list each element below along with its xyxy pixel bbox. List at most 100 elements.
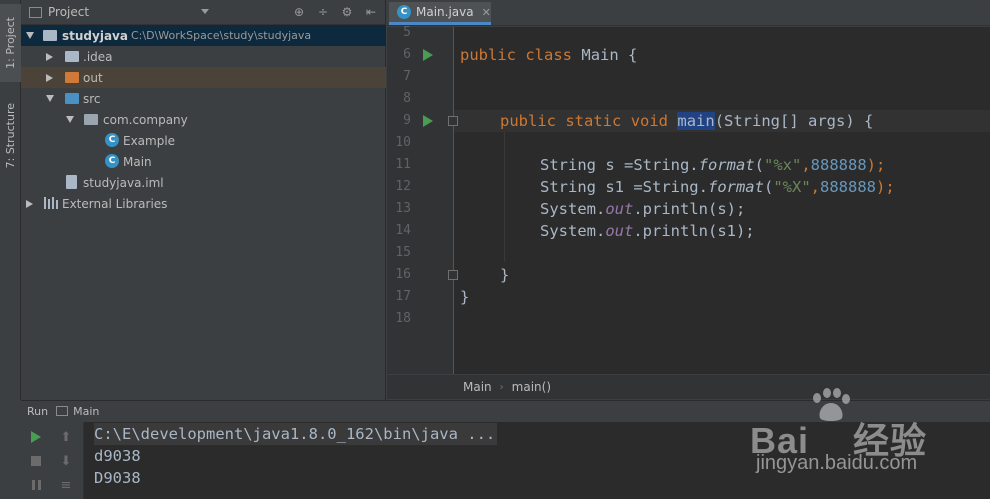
breadcrumb-class[interactable]: Main — [463, 380, 492, 394]
expand-arrow-icon[interactable] — [45, 95, 54, 102]
selected-identifier: main — [677, 112, 715, 130]
class-icon: C — [397, 5, 411, 19]
line-number: 6 — [403, 47, 411, 62]
run-method-icon[interactable] — [423, 115, 433, 127]
structure-tool-tab[interactable]: 7: Structure — [0, 92, 21, 180]
tree-item-studyjava-iml[interactable]: studyjava.iml — [21, 172, 386, 193]
tree-item-src[interactable]: src — [21, 88, 386, 109]
fold-method-icon[interactable] — [448, 116, 458, 126]
code-line-12: String s1 =String.format("%X",888888); — [540, 178, 895, 196]
code-editor[interactable]: 5 6 7 8 9 10 11 12 13 14 15 16 17 18 pub… — [387, 25, 990, 374]
left-tool-stripe: 1: Project 7: Structure — [0, 0, 21, 400]
fold-end-icon[interactable] — [448, 270, 458, 280]
up-arrow-icon: ⬆ — [60, 429, 72, 445]
code-line-17: } — [460, 288, 470, 306]
file-icon — [66, 175, 77, 189]
tree-item-example[interactable]: C Example — [21, 130, 386, 151]
pause-icon — [31, 480, 41, 490]
code-line-16: } — [500, 266, 510, 284]
library-icon — [44, 197, 58, 209]
collapsed-arrow-icon[interactable] — [46, 52, 53, 61]
line-number: 18 — [395, 311, 411, 326]
run-class-icon[interactable] — [423, 49, 433, 61]
console-output-line: d9038 — [94, 447, 141, 465]
tree-label: Main — [123, 154, 152, 169]
run-toolbar: ⬆ ⬇ ≡ — [21, 422, 84, 499]
editor-tab-bar: C Main.java ✕ — [387, 0, 990, 26]
collapsed-arrow-icon[interactable] — [26, 199, 33, 208]
line-number: 14 — [395, 223, 411, 238]
expand-arrow-icon[interactable] — [65, 116, 74, 123]
code-line-6: public class Main { — [460, 46, 638, 64]
breadcrumb-separator-icon: › — [499, 381, 504, 393]
tree-label: .idea — [83, 49, 113, 64]
console-command-line[interactable]: C:\E\development\java1.8.0_162\bin\java … — [94, 423, 498, 445]
tree-label: studyjava.iml — [83, 175, 164, 190]
expand-arrow-icon[interactable] — [25, 32, 34, 39]
rerun-button[interactable] — [27, 428, 45, 446]
soft-wrap-icon: ≡ — [60, 477, 72, 493]
stop-icon — [31, 456, 41, 466]
tree-item-main[interactable]: C Main — [21, 151, 386, 172]
tree-label: com.company — [103, 112, 188, 127]
project-tab-label: 1: Project — [4, 17, 17, 69]
line-number: 16 — [395, 267, 411, 282]
view-dropdown-chevron-icon[interactable] — [201, 9, 209, 14]
folder-icon — [65, 51, 79, 62]
breadcrumb-method[interactable]: main() — [512, 380, 551, 394]
tree-label: src — [83, 91, 101, 106]
class-icon: C — [105, 133, 119, 147]
soft-wrap-button[interactable]: ≡ — [57, 476, 75, 494]
line-number: 5 — [403, 25, 411, 40]
tab-label: Main.java — [416, 5, 474, 19]
project-panel: Project ⊕ ÷ ⚙ ⇤ studyjava C:\D\WorkSpace… — [21, 0, 386, 400]
run-left-stripe — [0, 400, 21, 499]
tree-item-external-libraries[interactable]: External Libraries — [21, 193, 386, 214]
class-icon: C — [105, 154, 119, 168]
source-folder-icon — [65, 93, 79, 104]
code-line-9: public static void main(String[] args) { — [500, 112, 874, 130]
collapse-all-icon[interactable]: ÷ — [315, 4, 331, 20]
project-panel-title[interactable]: Project — [48, 5, 89, 19]
run-label[interactable]: Run — [27, 405, 48, 418]
line-number: 13 — [395, 201, 411, 216]
line-number: 11 — [395, 157, 411, 172]
down-arrow-icon: ⬇ — [60, 453, 72, 469]
console-output-line: D9038 — [94, 469, 141, 487]
run-config-icon — [56, 406, 69, 416]
tree-item-studyjava[interactable]: studyjava C:\D\WorkSpace\study\studyjava — [21, 25, 386, 46]
close-tab-icon[interactable]: ✕ — [482, 6, 491, 19]
tree-path: C:\D\WorkSpace\study\studyjava — [131, 29, 312, 42]
line-number: 12 — [395, 179, 411, 194]
tree-label: studyjava — [62, 28, 128, 43]
tree-item-out[interactable]: out — [21, 67, 386, 88]
scroll-down-button[interactable]: ⬇ — [57, 452, 75, 470]
run-config-name[interactable]: Main — [73, 405, 99, 418]
hide-panel-icon[interactable]: ⇤ — [363, 4, 379, 20]
play-icon — [31, 431, 41, 443]
folder-icon — [65, 72, 79, 83]
project-tool-tab[interactable]: 1: Project — [0, 4, 21, 82]
code-line-11: String s =String.format("%x",888888); — [540, 156, 886, 174]
tree-label: External Libraries — [62, 196, 168, 211]
settings-gear-icon[interactable]: ⚙ — [339, 4, 355, 20]
line-number: 9 — [403, 113, 411, 128]
folder-icon — [43, 30, 57, 41]
tree-item-com-company[interactable]: com.company — [21, 109, 386, 130]
line-number: 17 — [395, 289, 411, 304]
tree-label: out — [83, 70, 103, 85]
watermark-url: jingyan.baidu.com — [756, 452, 918, 474]
project-view-icon — [29, 6, 42, 18]
line-number: 8 — [403, 91, 411, 106]
stop-button[interactable] — [27, 452, 45, 470]
line-number: 7 — [403, 69, 411, 84]
locate-target-icon[interactable]: ⊕ — [291, 4, 307, 20]
line-number: 10 — [395, 135, 411, 150]
line-number: 15 — [395, 245, 411, 260]
collapsed-arrow-icon[interactable] — [46, 73, 53, 82]
tree-item-idea[interactable]: .idea — [21, 46, 386, 67]
code-line-13: System.out.println(s); — [540, 200, 746, 218]
code-line-14: System.out.println(s1); — [540, 222, 755, 240]
scroll-up-button[interactable]: ⬆ — [57, 428, 75, 446]
pause-button[interactable] — [27, 476, 45, 494]
